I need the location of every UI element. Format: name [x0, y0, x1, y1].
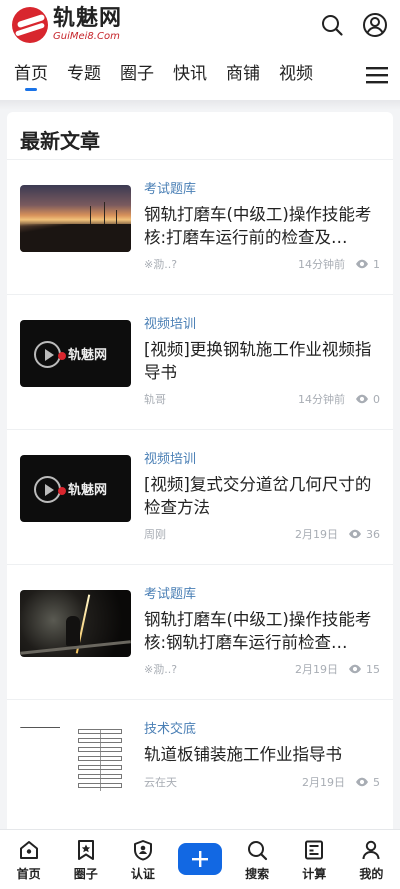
- video-watermark-logo: 轨魅网: [58, 479, 107, 498]
- views-count: 0: [373, 392, 380, 406]
- category-nav: 首页 专题 圈子 快讯 商铺 视频: [0, 50, 400, 100]
- tab-circles[interactable]: 圈子: [120, 50, 154, 100]
- header-actions: [320, 12, 388, 38]
- article-title[interactable]: 钢轨打磨车(中级工)操作技能考核:打磨车运行前的检查及…: [144, 203, 380, 249]
- play-icon: [34, 476, 61, 503]
- plus-icon: [191, 851, 208, 867]
- bookmark-star-icon: [77, 840, 94, 860]
- views-count: 1: [373, 257, 380, 271]
- search-icon[interactable]: [320, 13, 344, 37]
- article-item[interactable]: 考试题库 钢轨打磨车(中级工)操作技能考核:钢轨打磨车运行前检查… ※泐..? …: [7, 565, 393, 700]
- article-title[interactable]: 轨道板铺装施工作业指导书: [144, 743, 380, 767]
- nav-tabs: 首页 专题 圈子 快讯 商铺 视频: [0, 50, 332, 100]
- article-views: 5: [355, 776, 380, 789]
- article-views: 1: [355, 258, 380, 271]
- bottom-tab-label: 首页: [16, 867, 41, 881]
- bottom-tab-bar: 首页 圈子 认证 搜索 计算 我的: [0, 829, 400, 889]
- article-category[interactable]: 视频培训: [144, 448, 380, 467]
- tab-videos[interactable]: 视频: [279, 50, 313, 100]
- user-icon[interactable]: [362, 12, 388, 38]
- play-icon: [34, 341, 61, 368]
- article-item[interactable]: 轨魅网 视频培训 [视频]复式交分道岔几何尺寸的检查方法 周刚 2月19日 36: [7, 430, 393, 565]
- video-watermark-logo: 轨魅网: [58, 344, 107, 363]
- article-title[interactable]: [视频]更换钢轨施工作业视频指导书: [144, 338, 380, 384]
- views-count: 36: [366, 527, 380, 541]
- sunset-railway-image[interactable]: [20, 185, 131, 252]
- article-time: 14分钟前: [298, 258, 345, 271]
- article-item[interactable]: 考试题库 钢轨打磨车(中级工)操作技能考核:打磨车运行前的检查及… ※泐..? …: [7, 160, 393, 295]
- logo-name: 轨魅网: [53, 6, 123, 31]
- bottom-tab-certify[interactable]: 认证: [114, 830, 171, 889]
- site-logo[interactable]: 轨魅网 GuiMei8.Com: [12, 7, 122, 43]
- bottom-tab-circles[interactable]: 圈子: [57, 830, 114, 889]
- article-time: 14分钟前: [298, 393, 345, 406]
- article-category[interactable]: 考试题库: [144, 583, 380, 602]
- article-category[interactable]: 视频培训: [144, 313, 380, 332]
- eye-icon: [349, 664, 361, 674]
- article-time: 2月19日: [295, 663, 338, 676]
- tab-home[interactable]: 首页: [14, 50, 48, 100]
- app-header: 轨魅网 GuiMei8.Com: [0, 0, 400, 50]
- article-category[interactable]: 考试题库: [144, 178, 380, 197]
- tab-shops[interactable]: 商铺: [226, 50, 260, 100]
- bottom-tab-label: 搜索: [245, 867, 270, 881]
- video-thumbnail[interactable]: 轨魅网: [20, 455, 131, 522]
- article-author: 周刚: [144, 528, 166, 541]
- publish-button[interactable]: [177, 843, 222, 875]
- shield-user-icon: [133, 840, 152, 861]
- bottom-tab-label: 计算: [302, 867, 327, 881]
- bottom-tab-label: 圈子: [73, 867, 98, 881]
- section-title: 最新文章: [7, 112, 393, 160]
- article-title[interactable]: 钢轨打磨车(中级工)操作技能考核:钢轨打磨车运行前检查…: [144, 608, 380, 654]
- article-author: 云在天: [144, 776, 177, 789]
- bottom-tab-calculate[interactable]: 计算: [286, 830, 343, 889]
- video-thumbnail[interactable]: 轨魅网: [20, 320, 131, 387]
- article-meta: 轨哥 14分钟前 0: [144, 391, 380, 407]
- night-grinding-image[interactable]: [20, 590, 131, 657]
- bottom-tab-mine[interactable]: 我的: [343, 830, 400, 889]
- logo-mark: [12, 7, 48, 43]
- logo-domain: GuiMei8.Com: [53, 31, 120, 42]
- eye-icon: [349, 529, 361, 539]
- bottom-tab-publish[interactable]: [171, 830, 228, 889]
- flowchart-document-image[interactable]: [20, 725, 131, 792]
- article-meta: 周刚 2月19日 36: [144, 526, 380, 542]
- home-icon: [19, 841, 38, 859]
- user-icon: [362, 840, 380, 860]
- views-count: 5: [373, 775, 380, 789]
- bottom-tab-search[interactable]: 搜索: [229, 830, 286, 889]
- article-meta: ※泐..? 2月19日 15: [144, 661, 380, 677]
- hamburger-menu-icon[interactable]: [354, 50, 400, 100]
- article-time: 2月19日: [295, 528, 338, 541]
- bottom-tab-label: 认证: [130, 867, 155, 881]
- article-views: 36: [348, 528, 380, 541]
- article-item[interactable]: 技术交底 轨道板铺装施工作业指导书 云在天 2月19日 5: [7, 700, 393, 835]
- article-title[interactable]: [视频]复式交分道岔几何尺寸的检查方法: [144, 473, 380, 519]
- calculator-icon: [305, 840, 324, 860]
- article-category[interactable]: 技术交底: [144, 718, 380, 737]
- eye-icon: [356, 259, 368, 269]
- eye-icon: [356, 394, 368, 404]
- nav-divider: [0, 100, 400, 110]
- bottom-tab-label: 我的: [359, 867, 384, 881]
- article-author: 轨哥: [144, 393, 166, 406]
- bottom-tab-home[interactable]: 首页: [0, 830, 57, 889]
- latest-articles-card: 最新文章 考试题库 钢轨打磨车(中级工)操作技能考核:打磨车运行前的检查及… ※…: [7, 112, 393, 842]
- article-meta: 云在天 2月19日 5: [144, 774, 380, 790]
- tab-topics[interactable]: 专题: [67, 50, 101, 100]
- tab-news[interactable]: 快讯: [173, 50, 207, 100]
- eye-icon: [356, 777, 368, 787]
- article-item[interactable]: 轨魅网 视频培训 [视频]更换钢轨施工作业视频指导书 轨哥 14分钟前 0: [7, 295, 393, 430]
- views-count: 15: [366, 662, 380, 676]
- logo-text: 轨魅网 GuiMei8.Com: [53, 8, 122, 42]
- article-views: 15: [348, 663, 380, 676]
- article-author: ※泐..?: [144, 258, 178, 271]
- article-views: 0: [355, 393, 380, 406]
- article-time: 2月19日: [302, 776, 345, 789]
- article-author: ※泐..?: [144, 663, 178, 676]
- article-meta: ※泐..? 14分钟前 1: [144, 256, 380, 272]
- search-icon: [248, 841, 268, 861]
